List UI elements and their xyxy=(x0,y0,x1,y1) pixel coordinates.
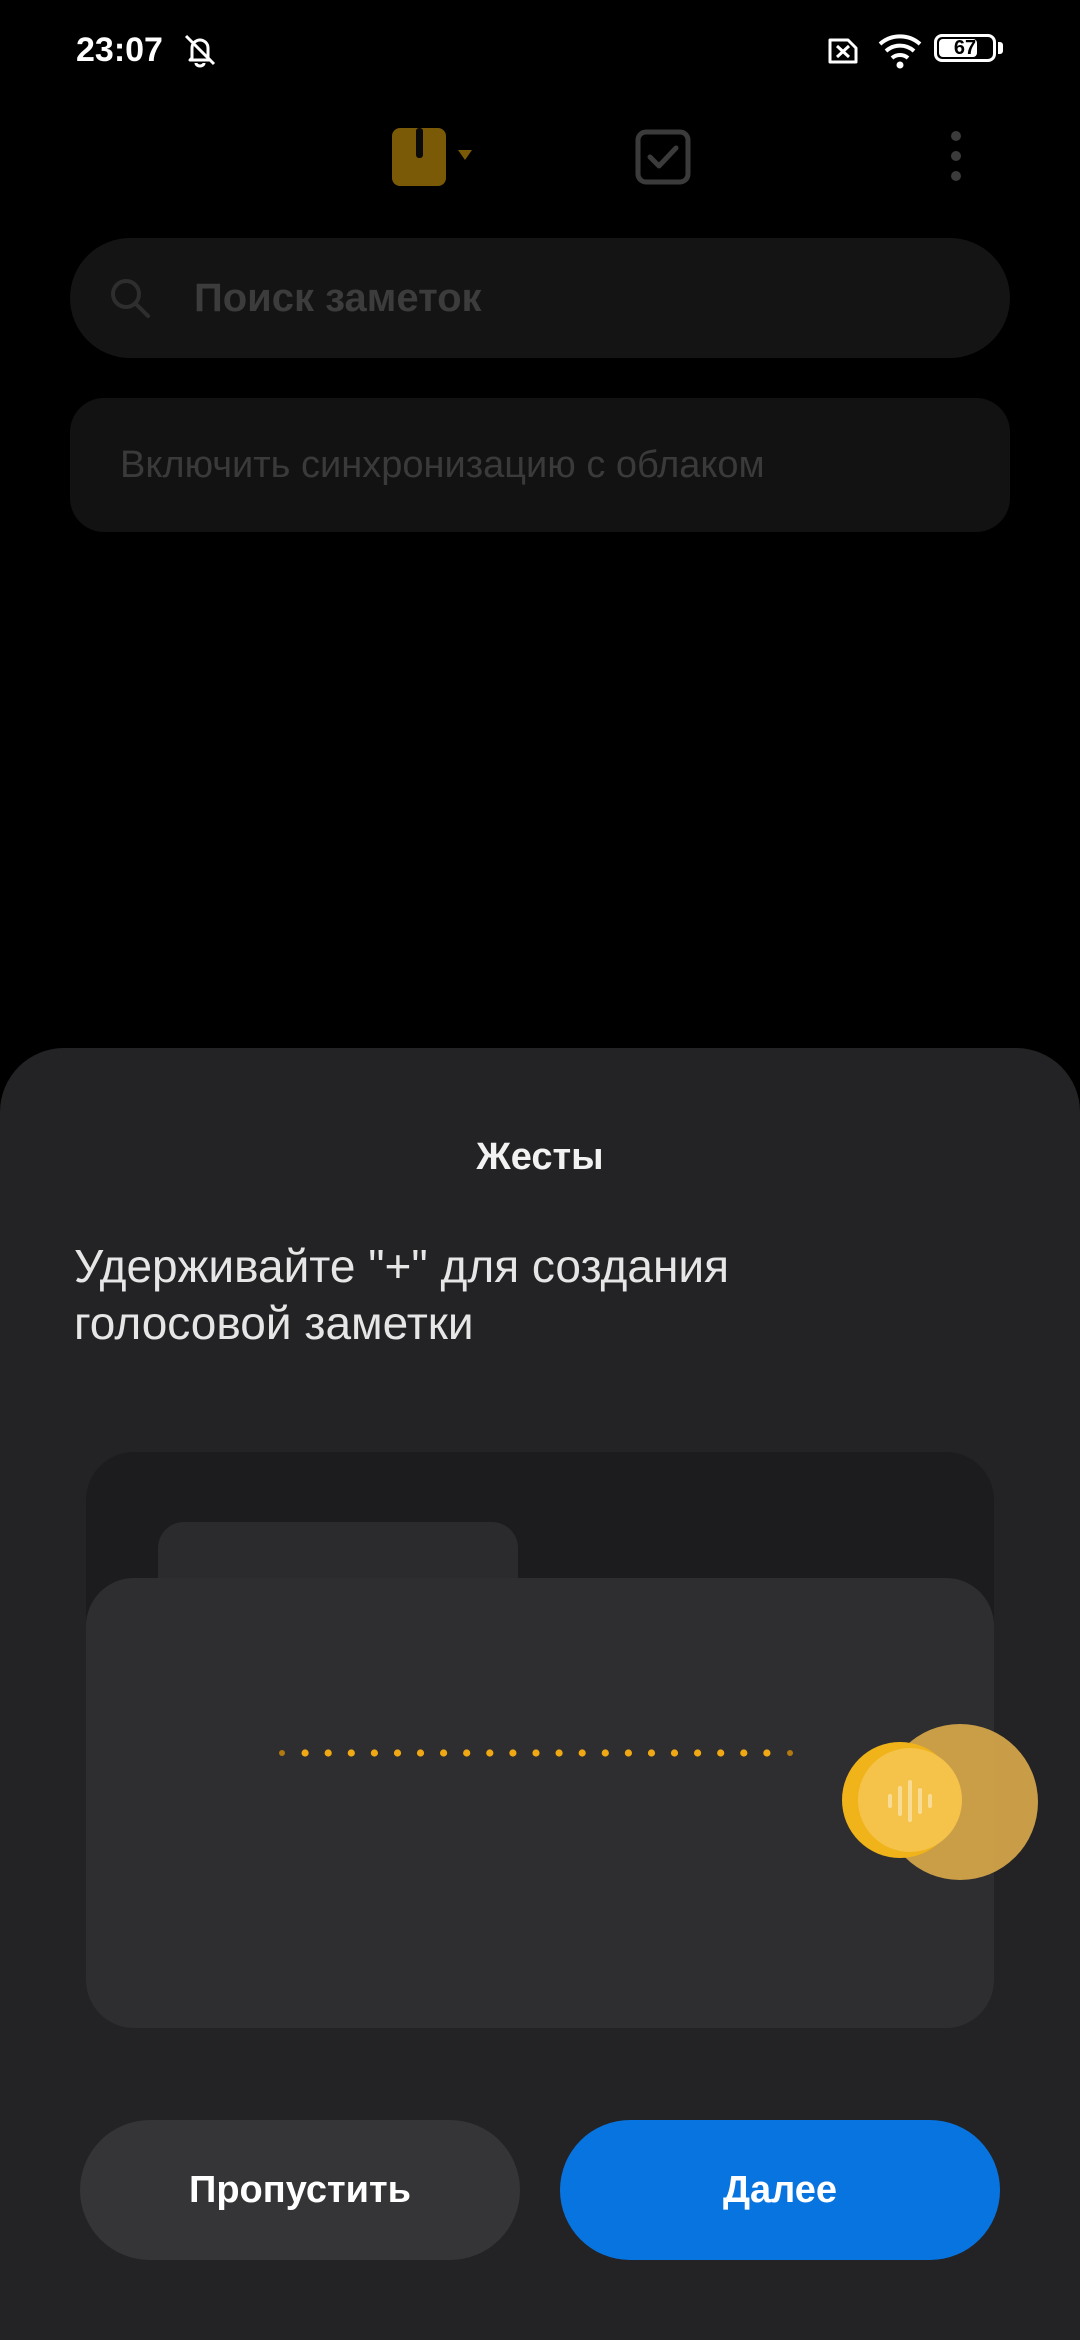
gesture-illustration xyxy=(86,1452,1038,2028)
voice-wave-dot xyxy=(324,1749,332,1757)
voice-record-fab-icon xyxy=(842,1724,1038,1880)
voice-wave-dot xyxy=(393,1749,402,1757)
next-button[interactable]: Далее xyxy=(560,2120,1000,2260)
voice-wave-dot xyxy=(440,1749,448,1757)
voice-wave-dot xyxy=(578,1749,586,1757)
voice-wave-dot xyxy=(763,1749,771,1757)
voice-wave-dot xyxy=(279,1750,285,1756)
battery-level: 67 xyxy=(953,37,977,59)
sync-banner[interactable]: Включить синхронизацию с облаком xyxy=(70,398,1010,532)
voice-wave-dot xyxy=(555,1749,563,1757)
voice-wave-dot xyxy=(416,1749,425,1757)
voice-wave-icon xyxy=(279,1749,793,1757)
voice-wave-dot xyxy=(647,1749,656,1757)
skip-button[interactable]: Пропустить xyxy=(80,2120,520,2260)
sim-off-icon xyxy=(828,38,858,64)
tasks-checkbox-icon[interactable] xyxy=(634,128,692,186)
status-bar: 23:07 67 xyxy=(0,0,1080,100)
search-bar[interactable]: Поиск заметок xyxy=(70,238,1010,358)
bell-muted-icon xyxy=(184,34,216,68)
battery-cap xyxy=(998,42,1003,54)
voice-wave-dot xyxy=(370,1749,378,1757)
voice-wave-dot xyxy=(694,1749,702,1757)
voice-wave-dot xyxy=(601,1749,609,1757)
voice-wave-dot xyxy=(347,1749,355,1757)
search-input[interactable]: Поиск заметок xyxy=(194,238,482,358)
wifi-icon xyxy=(878,34,922,69)
notes-icon[interactable] xyxy=(390,126,456,188)
status-time: 23:07 xyxy=(76,31,163,69)
screen: 23:07 67 Поиск заметок Включить синхрони… xyxy=(0,0,1080,2340)
voice-wave-dot xyxy=(624,1749,632,1757)
voice-wave-dot xyxy=(486,1749,494,1757)
voice-wave-dot xyxy=(301,1749,309,1757)
voice-wave-dot xyxy=(532,1749,540,1757)
voice-wave-dot xyxy=(717,1749,725,1757)
voice-wave-dot xyxy=(670,1749,679,1757)
voice-wave-dot xyxy=(463,1749,471,1757)
voice-wave-dot xyxy=(509,1749,517,1757)
battery-icon: 67 xyxy=(934,34,996,62)
search-icon xyxy=(111,279,150,318)
sheet-description: Удерживайте "+" для создания голосовой з… xyxy=(74,1240,729,1349)
voice-wave-dot xyxy=(787,1750,793,1756)
sync-banner-text: Включить синхронизацию с облаком xyxy=(120,444,765,486)
voice-wave-dot xyxy=(740,1749,748,1757)
more-vertical-icon[interactable] xyxy=(948,130,964,182)
chevron-down-icon[interactable] xyxy=(456,148,474,162)
sheet-title: Жесты xyxy=(476,1136,604,1178)
